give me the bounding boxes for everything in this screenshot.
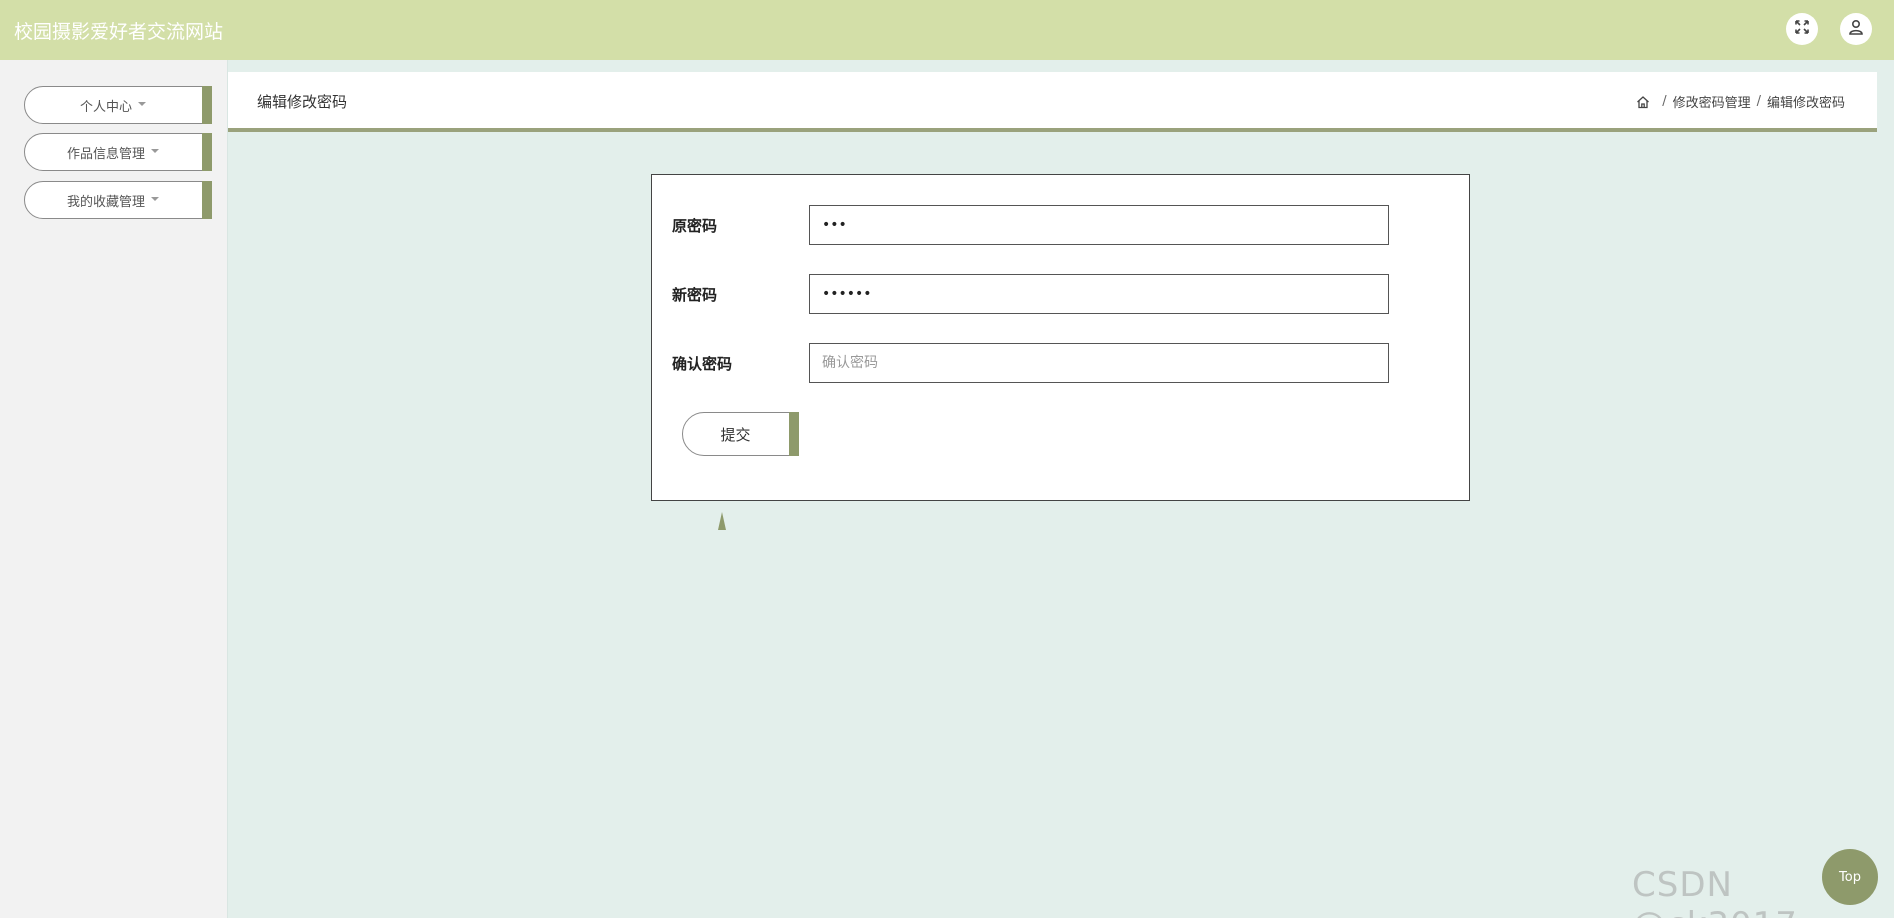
new-password-row: 新密码	[672, 274, 1389, 314]
chevron-down-icon	[151, 149, 159, 153]
new-password-label: 新密码	[672, 285, 718, 304]
new-password-input[interactable]	[809, 274, 1389, 314]
breadcrumb: / 修改密码管理 / 编辑修改密码	[1636, 92, 1845, 111]
breadcrumb-separator: /	[1756, 94, 1761, 109]
confirm-password-input[interactable]	[809, 343, 1389, 383]
submit-button-label: 提交	[720, 425, 751, 444]
submit-button[interactable]: 提交	[682, 412, 799, 456]
sidebar-item-favorites-management[interactable]: 我的收藏管理	[24, 181, 212, 219]
old-password-label: 原密码	[672, 216, 718, 235]
top-bar: 校园摄影爱好者交流网站	[0, 0, 1894, 60]
old-password-input[interactable]	[809, 205, 1389, 245]
pointer-triangle-icon	[718, 512, 726, 530]
breadcrumb-separator: /	[1662, 94, 1667, 109]
fullscreen-button[interactable]	[1786, 13, 1818, 45]
content-header: 编辑修改密码 / 修改密码管理 / 编辑修改密码	[228, 72, 1877, 132]
user-icon	[1847, 18, 1865, 40]
user-button[interactable]	[1840, 13, 1872, 45]
chevron-down-icon	[138, 102, 146, 106]
breadcrumb-item-password-management[interactable]: 修改密码管理	[1673, 92, 1751, 111]
site-title: 校园摄影爱好者交流网站	[14, 21, 224, 43]
password-form: 原密码 新密码 确认密码 提交	[651, 174, 1470, 501]
sidebar-item-label: 我的收藏管理	[66, 194, 145, 210]
page-title: 编辑修改密码	[257, 93, 348, 111]
watermark: CSDN @ck3017	[1632, 865, 1797, 918]
confirm-password-row: 确认密码	[672, 343, 1389, 383]
sidebar-item-works-management[interactable]: 作品信息管理	[24, 133, 212, 171]
sidebar-item-personal-center[interactable]: 个人中心	[24, 86, 212, 124]
old-password-row: 原密码	[672, 205, 1389, 245]
chevron-down-icon	[151, 197, 159, 201]
home-icon[interactable]	[1636, 95, 1650, 109]
confirm-password-label: 确认密码	[672, 354, 733, 373]
breadcrumb-item-edit-password[interactable]: 编辑修改密码	[1767, 92, 1845, 111]
fullscreen-icon	[1793, 18, 1811, 40]
sidebar-item-label: 个人中心	[79, 99, 132, 115]
sidebar: 个人中心 作品信息管理 我的收藏管理	[0, 60, 228, 918]
sidebar-item-label: 作品信息管理	[66, 146, 145, 162]
